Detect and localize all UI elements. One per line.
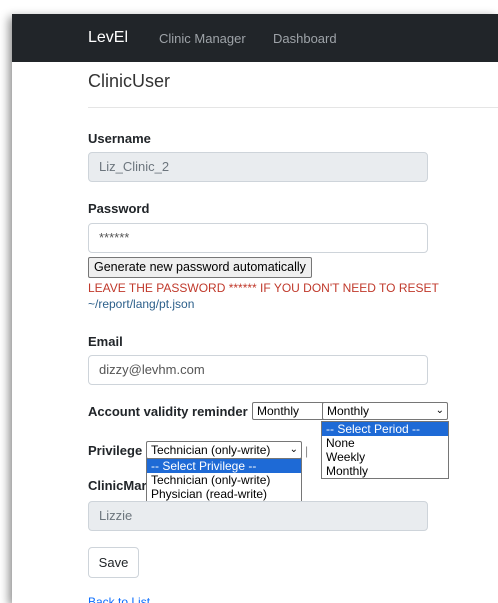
period-option-weekly[interactable]: Weekly	[322, 450, 448, 464]
account-validity-select[interactable]: Monthly ⌄	[322, 402, 448, 420]
privilege-option-technician[interactable]: Technician (only-write)	[147, 473, 301, 487]
email-field[interactable]: dizzy@levhm.com	[88, 355, 428, 385]
chevron-down-icon: ⌄	[289, 444, 298, 455]
brand-link[interactable]: LevEl	[88, 29, 128, 47]
account-validity-label: Account validity reminder	[88, 404, 248, 419]
privilege-value: Technician (only-write)	[151, 443, 271, 457]
page-title: ClinicUser	[88, 71, 171, 91]
period-option-monthly[interactable]: Monthly	[322, 464, 448, 478]
privilege-label: Privilege	[88, 443, 143, 458]
password-warning: LEAVE THE PASSWORD ****** IF YOU DON'T N…	[88, 280, 448, 312]
back-to-list-link[interactable]: Back to List	[88, 595, 150, 603]
privilege-dropdown: -- Select Privilege -- Technician (only-…	[146, 458, 302, 502]
password-field[interactable]: ******	[88, 223, 428, 253]
save-button[interactable]: Save	[88, 547, 139, 578]
clinic-manager-label: ClinicMar	[88, 478, 146, 493]
account-validity-value: Monthly	[327, 404, 370, 418]
username-field[interactable]: Liz_Clinic_2	[88, 152, 428, 182]
account-validity-select-back[interactable]: Monthly	[252, 402, 328, 420]
privilege-option-physician[interactable]: Physician (read-write)	[147, 487, 301, 501]
privilege-option-select[interactable]: -- Select Privilege --	[147, 459, 301, 473]
generate-password-button[interactable]: Generate new password automatically	[88, 257, 312, 278]
select-edge-fragment: |	[305, 444, 309, 458]
navbar: LevEl Clinic Manager Dashboard	[12, 14, 498, 62]
account-validity-back-value: Monthly	[257, 404, 300, 418]
divider	[88, 107, 498, 108]
nav-link-clinic-manager[interactable]: Clinic Manager	[159, 31, 246, 46]
clinic-manager-field[interactable]: Lizzie	[88, 501, 428, 531]
password-label: Password	[88, 201, 150, 216]
account-validity-dropdown: -- Select Period -- None Weekly Monthly	[321, 421, 449, 479]
username-label: Username	[88, 131, 151, 146]
privilege-select[interactable]: Technician (only-write) ⌄	[146, 441, 302, 459]
nav-link-dashboard[interactable]: Dashboard	[273, 31, 337, 46]
email-label: Email	[88, 334, 123, 349]
password-warning-text: LEAVE THE PASSWORD ****** IF YOU DON'T N…	[88, 281, 439, 295]
period-option-select[interactable]: -- Select Period --	[322, 422, 448, 436]
app-window: LevEl Clinic Manager Dashboard ClinicUse…	[12, 14, 498, 603]
password-warning-path: ~/report/lang/pt.json	[88, 297, 195, 311]
period-option-none[interactable]: None	[322, 436, 448, 450]
chevron-down-icon: ⌄	[435, 405, 444, 416]
